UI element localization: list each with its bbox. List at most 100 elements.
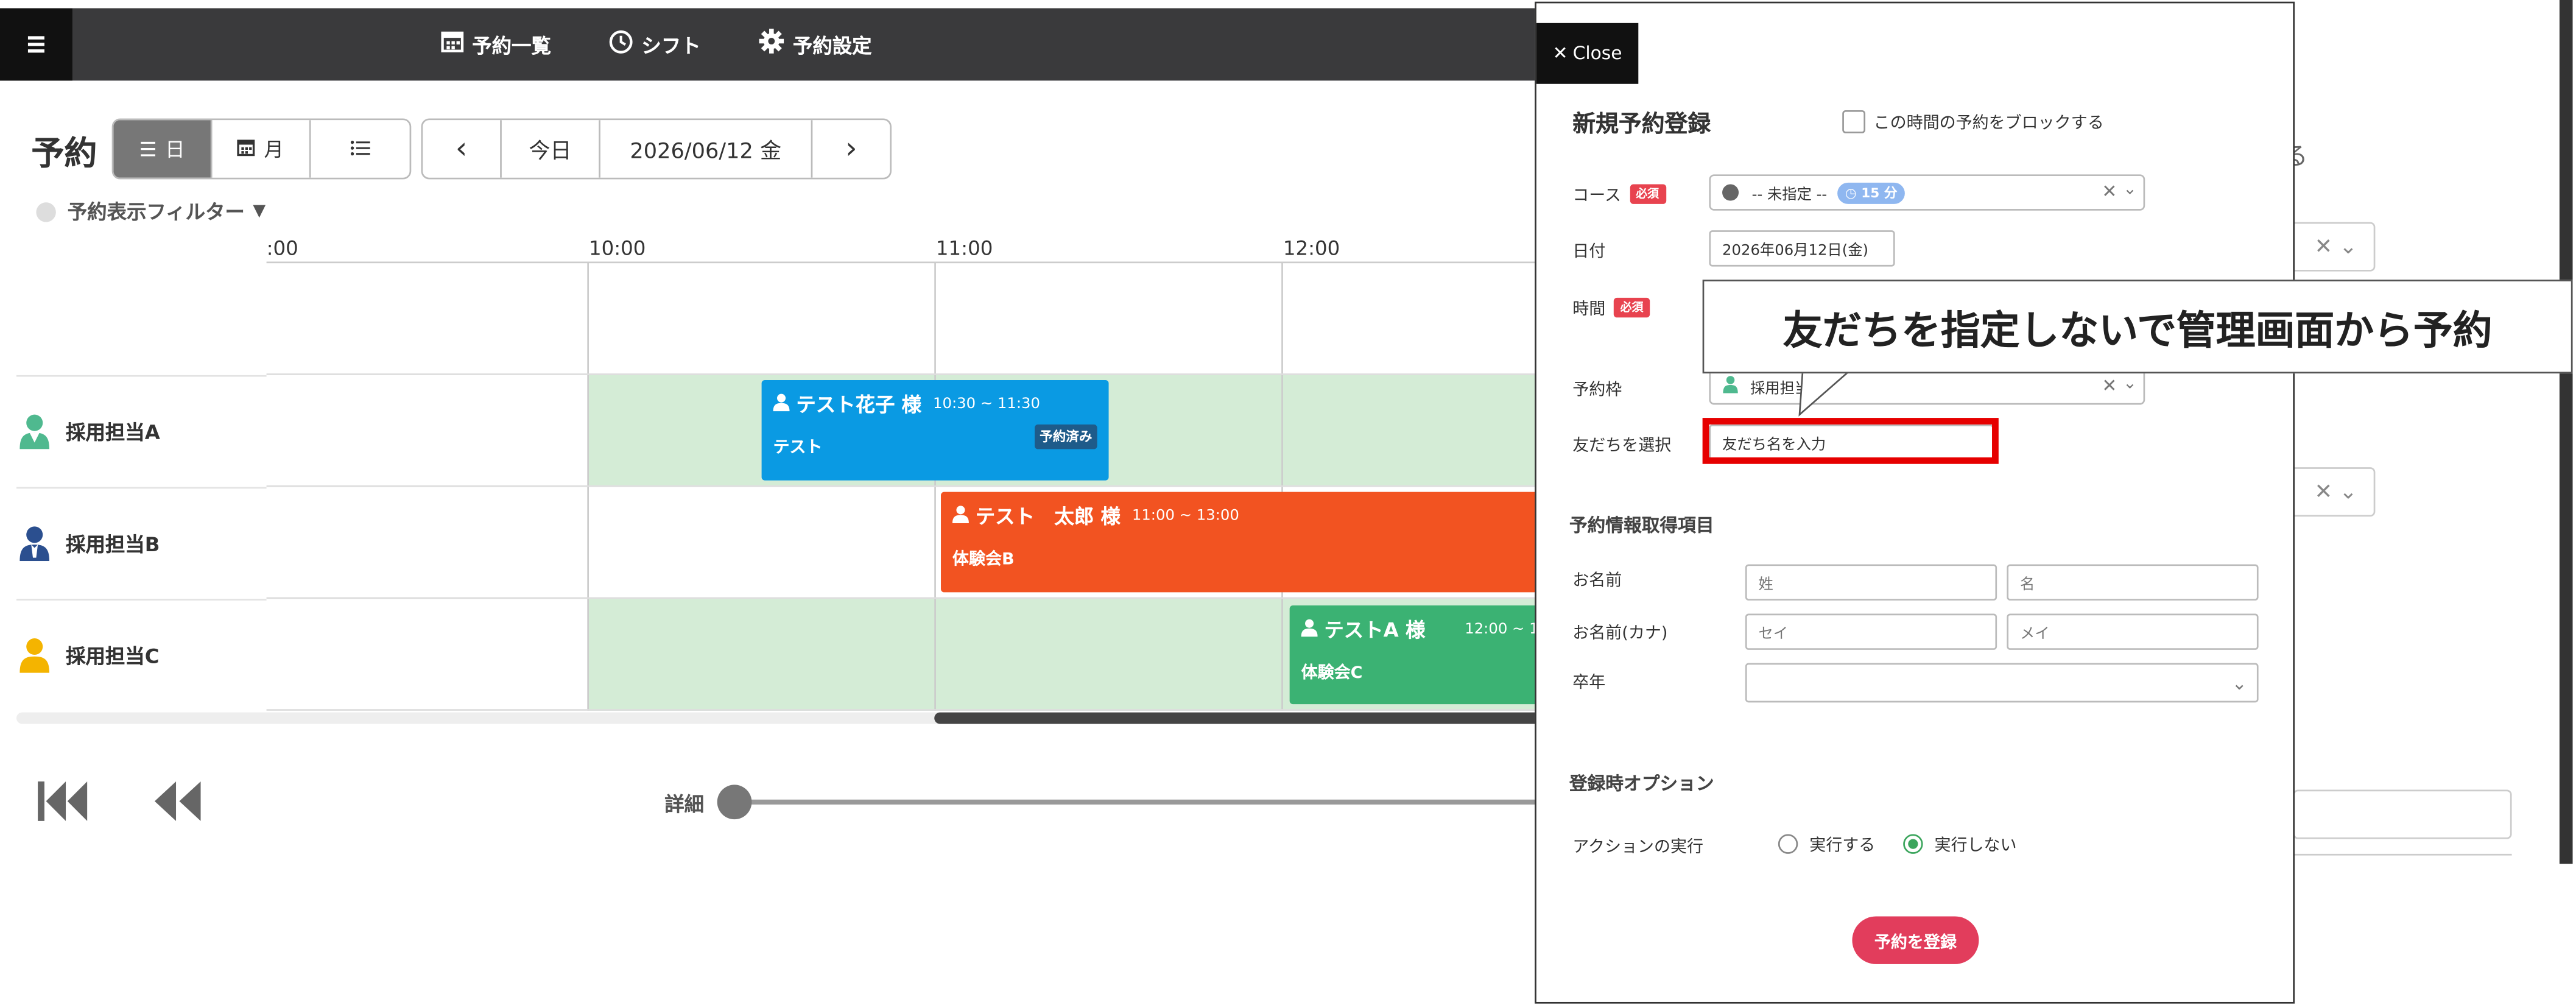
staff-row-b: 採用担当B [16, 487, 267, 598]
chevron-down-icon: ⌄ [2123, 375, 2137, 393]
clear-icon[interactable]: ✕ [2102, 375, 2117, 397]
nav-reservation-list[interactable]: 予約一覧 [441, 9, 551, 81]
zoom-slider-handle[interactable] [717, 785, 752, 820]
nav-shift[interactable]: シフト [608, 9, 701, 81]
calendar-icon [238, 138, 256, 161]
today-button[interactable]: 今日 [502, 120, 600, 178]
user-icon [1301, 618, 1318, 641]
view-day-label: 日 [165, 138, 185, 161]
radio-icon [1778, 833, 1798, 853]
nav-label: 予約一覧 [472, 34, 551, 57]
date-label: 日付 [1572, 243, 1606, 262]
nav-reservation-settings[interactable]: 予約設定 [758, 9, 872, 81]
close-button[interactable]: ✕ Close [1536, 23, 1639, 84]
callout-pointer [1798, 368, 1853, 417]
staff-name: 採用担当B [66, 532, 160, 555]
date-field[interactable]: 2026年06月12日(金) [1709, 230, 1895, 267]
rewind-icon [152, 780, 204, 829]
display-filter-toggle[interactable]: 予約表示フィルター ▼ [36, 197, 266, 225]
status-badge: 予約済み [1034, 424, 1097, 450]
event-title: 体験会C [1301, 665, 1363, 683]
page-title: 予約 [31, 133, 97, 173]
last-kana-input[interactable]: セイ [1745, 613, 1997, 650]
reservation-event[interactable]: テスト花子 様 10:30 ~ 11:30 テスト 予約済み [761, 379, 1109, 481]
close-label: Close [1572, 43, 1622, 65]
grid-line [266, 373, 1583, 375]
chevron-right-icon: › [845, 132, 857, 166]
first-name-input[interactable]: 名 [2007, 564, 2259, 601]
hour-label: :00 [266, 236, 298, 260]
bullet-list-icon [350, 138, 370, 161]
view-day-button[interactable]: ☰ 日 [113, 120, 213, 178]
submit-reservation-button[interactable]: 予約を登録 [1852, 916, 1979, 964]
action-label: アクションの実行 [1572, 839, 1703, 858]
time-label: 時間 必須 [1572, 294, 1650, 319]
event-time: 11:00 ~ 13:00 [1131, 507, 1239, 524]
time-label-text: 時間 [1572, 301, 1606, 320]
chevron-down-icon: ⌄ [2123, 181, 2137, 199]
reservation-event[interactable]: テスト 太郎 様 11:00 ~ 13:00 体験会B [941, 492, 1580, 593]
course-label-text: コース [1572, 187, 1621, 206]
duration-badge: ◷ 15 分 [1837, 182, 1906, 203]
top-bar: 予約一覧 シフト 予約設定 [0, 8, 1580, 81]
grad-year-label: 卒年 [1572, 674, 1606, 693]
grad-year-select[interactable]: ⌄ [1745, 663, 2259, 703]
nav-label: シフト [641, 34, 701, 57]
view-list-button[interactable] [311, 120, 410, 178]
staff-name: 採用担当A [66, 420, 160, 443]
course-select[interactable]: -- 未指定 -- ◷ 15 分 ✕ ⌄ [1709, 174, 2145, 211]
annotation-callout: 友だちを指定しないで管理画面から予約 [1702, 280, 2573, 374]
grid-line [266, 597, 1583, 599]
slot-select[interactable]: 採用担当A ✕ ⌄ [1709, 368, 2145, 405]
staff-avatar-icon [16, 636, 52, 673]
action-run-label: 実行する [1809, 837, 1876, 856]
skip-first-icon [36, 780, 88, 829]
current-date[interactable]: 2026/06/12 金 [600, 120, 813, 178]
block-time-label: この時間の予約をブロックする [1873, 115, 2104, 133]
zoom-slider-track[interactable] [733, 799, 1580, 805]
action-skip-label: 実行しない [1934, 837, 2017, 856]
checkbox-icon [1842, 109, 1866, 133]
filter-dot-icon [36, 201, 56, 222]
background-scrollbar [2559, 0, 2573, 864]
view-month-button[interactable]: 月 [212, 120, 311, 178]
scrollbar-thumb[interactable] [934, 712, 1580, 724]
zoom-label: 詳細 [664, 792, 705, 816]
modal-title: 新規予約登録 [1572, 111, 1711, 138]
jump-first-button[interactable] [36, 780, 88, 829]
grid-line [266, 485, 1583, 487]
slot-label: 予約枠 [1572, 381, 1622, 400]
options-section-title: 登録時オプション [1569, 773, 1714, 795]
last-name-input[interactable]: 姓 [1745, 564, 1997, 601]
view-switcher: ☰ 日 月 [111, 118, 412, 180]
screen: 予約一覧 シフト 予約設定 予約 ☰ 日 月 ‹ 今日 2026/06/12 金… [0, 0, 2576, 1005]
required-badge: 必須 [1629, 183, 1666, 203]
hamburger-menu-button[interactable] [0, 8, 72, 81]
clear-icon[interactable]: ✕ [2102, 181, 2117, 202]
annotation-highlight-box [1702, 418, 1999, 464]
user-icon [773, 392, 790, 415]
course-value: -- 未指定 -- [1751, 186, 1828, 203]
event-time: 10:30 ~ 11:30 [933, 395, 1040, 412]
action-skip-radio[interactable]: 実行しない [1903, 831, 2017, 856]
staff-row-c: 採用担当C [16, 599, 267, 709]
action-run-radio[interactable]: 実行する [1778, 831, 1875, 856]
user-icon [952, 504, 969, 527]
chevron-down-icon: ▼ [253, 202, 266, 220]
event-customer: テストA 様 [1324, 618, 1426, 642]
first-kana-input[interactable]: メイ [2007, 613, 2259, 650]
background-input [2293, 789, 2512, 839]
list-icon: ☰ [139, 137, 157, 161]
step-back-button[interactable] [152, 780, 204, 829]
staff-avatar-icon [16, 413, 52, 450]
course-color-dot [1722, 184, 1739, 201]
next-date-button[interactable]: › [812, 120, 890, 178]
block-time-checkbox[interactable]: この時間の予約をブロックする [1842, 108, 2104, 133]
info-section-title: 予約情報取得項目 [1569, 515, 1714, 537]
gear-icon [758, 28, 784, 61]
staff-avatar-icon [1722, 375, 1739, 398]
prev-date-button[interactable]: ‹ [423, 120, 502, 178]
background-divider [2293, 853, 2512, 864]
grid-line [266, 709, 1583, 711]
hour-label: 11:00 [935, 236, 993, 260]
